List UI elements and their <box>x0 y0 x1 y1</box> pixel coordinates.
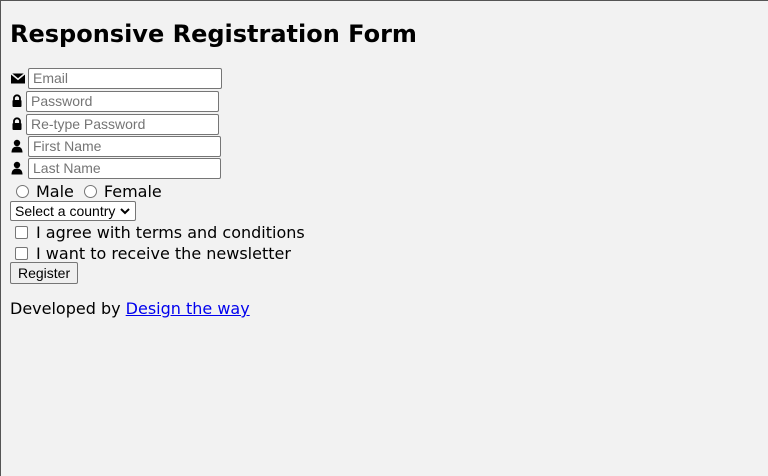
register-row: Register <box>10 262 79 284</box>
last-name-row <box>10 157 221 179</box>
last-name-field[interactable] <box>28 157 221 179</box>
footer: Developed by Design the way <box>10 299 250 318</box>
footer-link[interactable]: Design the way <box>126 299 250 318</box>
register-button[interactable]: Register <box>10 262 79 284</box>
terms-checkbox[interactable] <box>15 225 28 239</box>
user-icon <box>10 139 26 153</box>
country-select-value: Select a country <box>15 203 116 219</box>
gender-row: Male Female <box>10 180 162 202</box>
gender-female-radio[interactable] <box>83 184 97 198</box>
password-field[interactable] <box>26 90 219 112</box>
retype-password-field[interactable] <box>26 113 219 135</box>
footer-prefix: Developed by <box>10 299 121 318</box>
country-select[interactable]: Select a country <box>10 201 137 221</box>
password-row <box>10 90 219 112</box>
retype-password-row <box>10 113 219 135</box>
email-row <box>10 67 222 89</box>
first-name-field[interactable] <box>28 135 221 157</box>
envelope-icon <box>10 71 26 85</box>
terms-label: I agree with terms and conditions <box>36 222 305 242</box>
email-field[interactable] <box>28 67 222 89</box>
page-title: Responsive Registration Form <box>10 20 417 48</box>
gender-male-label: Male <box>36 181 74 201</box>
lock-icon <box>10 94 24 108</box>
newsletter-row: I want to receive the newsletter <box>10 242 291 264</box>
gender-female-label: Female <box>103 181 162 201</box>
newsletter-label: I want to receive the newsletter <box>36 243 291 263</box>
first-name-row <box>10 135 221 157</box>
newsletter-checkbox[interactable] <box>15 246 28 260</box>
gender-male-radio[interactable] <box>16 184 29 198</box>
lock-icon <box>10 117 24 131</box>
chevron-down-icon <box>119 203 131 219</box>
user-icon <box>10 161 26 175</box>
country-row: Select a country <box>10 200 137 222</box>
terms-row: I agree with terms and conditions <box>10 221 305 243</box>
